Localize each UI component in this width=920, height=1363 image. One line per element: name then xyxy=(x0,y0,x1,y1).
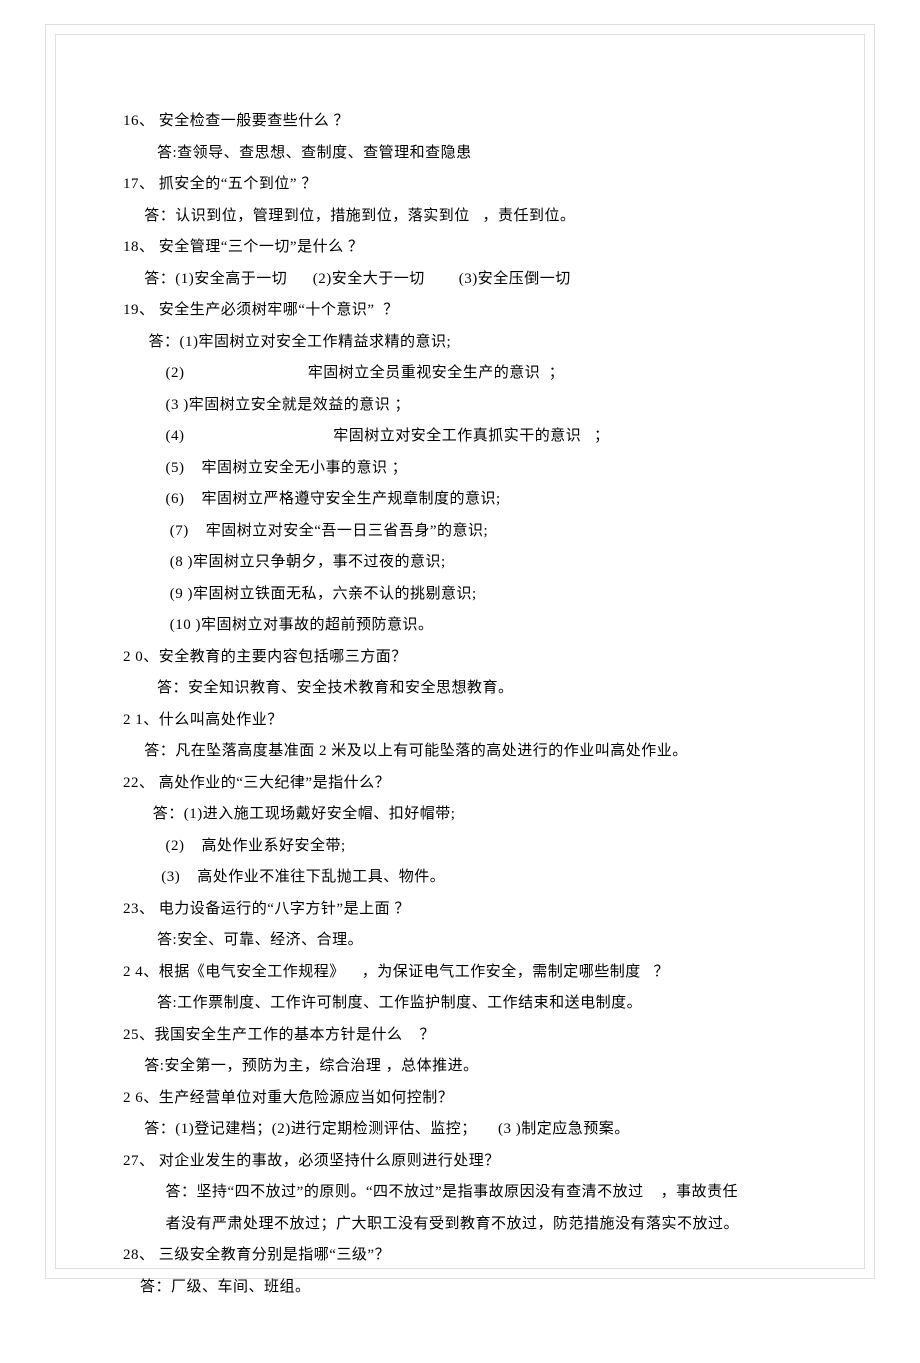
text-line: (9 )牢固树立铁面无私，六亲不认的挑剔意识; xyxy=(123,579,800,611)
text-line: 答：凡在坠落高度基准面 2 米及以上有可能坠落的高处进行的作业叫高处作业。 xyxy=(123,736,800,768)
text-line: 答：安全知识教育、安全技术教育和安全思想教育。 xyxy=(123,673,800,705)
text-line: 答：厂级、车间、班组。 xyxy=(123,1272,800,1304)
text-line: (6) 牢固树立严格遵守安全生产规章制度的意识; xyxy=(123,484,800,516)
text-line: 答：认识到位，管理到位，措施到位，落实到位 ，责任到位。 xyxy=(123,201,800,233)
text-line: 答：(1)登记建档；(2)进行定期检测评估、监控； (3 )制定应急预案。 xyxy=(123,1114,800,1146)
text-line: 2 4、根据《电气安全工作规程》 ，为保证电气工作安全，需制定哪些制度 ？ xyxy=(123,957,800,989)
text-line: 答：(1)牢固树立对安全工作精益求精的意识; xyxy=(123,327,800,359)
text-line: 18、 安全管理“三个一切”是什么 ？ xyxy=(123,232,800,264)
text-line: (2) 高处作业系好安全带; xyxy=(123,831,800,863)
text-line: 答:查领导、查思想、查制度、查管理和查隐患 xyxy=(123,138,800,170)
text-line: (8 )牢固树立只争朝夕，事不过夜的意识; xyxy=(123,547,800,579)
text-line: 答：坚持“四不放过”的原则。“四不放过”是指事故原因没有查清不放过 ，事故责任 xyxy=(123,1177,800,1209)
text-line: 答:安全、可靠、经济、合理。 xyxy=(123,925,800,957)
text-line: 27、 对企业发生的事故，必须坚持什么原则进行处理？ xyxy=(123,1146,800,1178)
text-line: 2 6、生产经营单位对重大危险源应当如何控制？ xyxy=(123,1083,800,1115)
text-line: 17、 抓安全的“五个到位” ？ xyxy=(123,169,800,201)
text-line: 22、 高处作业的“三大纪律”是指什么？ xyxy=(123,768,800,800)
text-line: 2 1、什么叫高处作业？ xyxy=(123,705,800,737)
text-line: 答：(1)安全高于一切 (2)安全大于一切 (3)安全压倒一切 xyxy=(123,264,800,296)
text-line: 答：(1)进入施工现场戴好安全帽、扣好帽带; xyxy=(123,799,800,831)
document-page: 16、 安全检查一般要查些什么 ？ 答:查领导、查思想、查制度、查管理和查隐患 … xyxy=(0,0,920,1363)
text-line: (3) 高处作业不准往下乱抛工具、物件。 xyxy=(123,862,800,894)
text-line: 19、 安全生产必须树牢哪“十个意识” ？ xyxy=(123,295,800,327)
text-line: 答:安全第一，预防为主，综合治理 ，总体推进。 xyxy=(123,1051,800,1083)
text-line: 答:工作票制度、工作许可制度、工作监护制度、工作结束和送电制度。 xyxy=(123,988,800,1020)
text-line: (5) 牢固树立安全无小事的意识 ； xyxy=(123,453,800,485)
text-line: (7) 牢固树立对安全“吾一日三省吾身”的意识; xyxy=(123,516,800,548)
text-line: (10 )牢固树立对事故的超前预防意识。 xyxy=(123,610,800,642)
text-line: 者没有严肃处理不放过；广大职工没有受到教育不放过，防范措施没有落实不放过。 xyxy=(123,1209,800,1241)
text-line: 16、 安全检查一般要查些什么 ？ xyxy=(123,106,800,138)
text-line: (4) 牢固树立对安全工作真抓实干的意识 ； xyxy=(123,421,800,453)
text-line: 25、我国安全生产工作的基本方针是什么 ？ xyxy=(123,1020,800,1052)
text-line: 2 0、安全教育的主要内容包括哪三方面？ xyxy=(123,642,800,674)
text-line: 23、 电力设备运行的“八字方针”是上面 ？ xyxy=(123,894,800,926)
text-line: (2) 牢固树立全员重视安全生产的意识 ； xyxy=(123,358,800,390)
text-line: 28、 三级安全教育分别是指哪“三级”？ xyxy=(123,1240,800,1272)
text-line: (3 )牢固树立安全就是效益的意识 ； xyxy=(123,390,800,422)
